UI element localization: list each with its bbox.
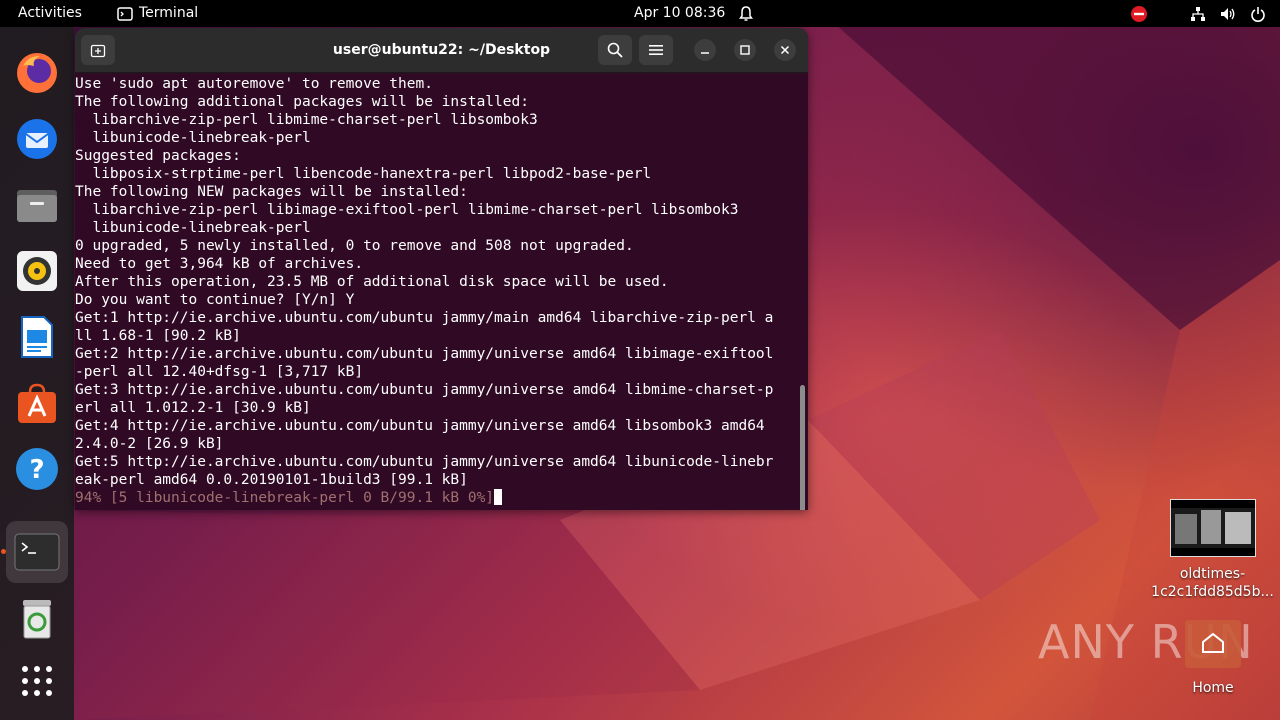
- network-icon[interactable]: [1190, 6, 1206, 22]
- show-applications-button[interactable]: [6, 650, 68, 712]
- image-thumbnail-icon: [1169, 499, 1256, 557]
- progress-line: 94% [5 libunicode-linebreak-perl 0 B/99.…: [75, 490, 495, 506]
- terminal-output[interactable]: Use 'sudo apt autoremove' to remove them…: [75, 73, 808, 510]
- terminal-line: Get:5 http://ie.archive.ubuntu.com/ubunt…: [75, 454, 774, 470]
- thunderbird-icon: [17, 119, 57, 159]
- terminal-app-icon: [14, 533, 60, 571]
- desktop-file-icon[interactable]: oldtimes-1c2c1fdd85d5b...: [1150, 499, 1275, 601]
- activities-button[interactable]: Activities: [18, 0, 82, 27]
- grid-icon: [22, 666, 52, 696]
- terminal-line: Use 'sudo apt autoremove' to remove them…: [75, 76, 433, 92]
- minimize-icon: [701, 52, 709, 54]
- terminal-line: libarchive-zip-perl libimage-exiftool-pe…: [92, 202, 739, 218]
- ubuntu-software-icon: [18, 383, 56, 423]
- terminal-line: -perl all 12.40+dfsg-1 [3,717 kB]: [75, 364, 364, 380]
- svg-text:?: ?: [29, 455, 44, 485]
- terminal-line: Get:2 http://ie.archive.ubuntu.com/ubunt…: [75, 346, 774, 362]
- dock-writer[interactable]: [6, 306, 68, 368]
- terminal-line: Get:3 http://ie.archive.ubuntu.com/ubunt…: [75, 382, 774, 398]
- clock[interactable]: Apr 10 08:36: [634, 0, 725, 27]
- terminal-line: Need to get 3,964 kB of archives.: [75, 256, 364, 272]
- terminal-line: 0 upgraded, 5 newly installed, 0 to remo…: [75, 238, 634, 254]
- system-tray[interactable]: [1130, 0, 1266, 27]
- dock-software[interactable]: [6, 372, 68, 434]
- close-button[interactable]: [774, 39, 796, 61]
- terminal-line: Do you want to continue? [Y/n] Y: [75, 292, 355, 308]
- terminal-line: ll 1.68-1 [90.2 kB]: [75, 328, 241, 344]
- terminal-line: 2.4.0-2 [26.9 kB]: [75, 436, 224, 452]
- dock: ?: [0, 27, 74, 720]
- running-indicator: [1, 549, 6, 554]
- menu-button[interactable]: [639, 35, 673, 65]
- files-icon: [17, 190, 57, 222]
- app-menu[interactable]: Terminal: [117, 0, 198, 27]
- terminal-line: Suggested packages:: [75, 148, 241, 164]
- trash-icon: [23, 600, 51, 639]
- terminal-line: Get:4 http://ie.archive.ubuntu.com/ubunt…: [75, 418, 765, 434]
- terminal-line: eak-perl amd64 0.0.20190101-1build3 [99.…: [75, 472, 468, 488]
- bell-icon[interactable]: [738, 0, 754, 27]
- terminal-icon: [117, 6, 133, 21]
- hamburger-icon: [649, 45, 663, 55]
- terminal-line: libunicode-linebreak-perl: [92, 130, 311, 146]
- terminal-line: libposix-strptime-perl libencode-hanextr…: [92, 166, 652, 182]
- terminal-line: After this operation, 23.5 MB of additio…: [75, 274, 669, 290]
- maximize-icon: [740, 45, 750, 55]
- search-button[interactable]: [598, 35, 632, 65]
- power-icon[interactable]: [1250, 6, 1266, 22]
- firefox-icon: [17, 53, 57, 93]
- help-icon: ?: [16, 448, 58, 490]
- writer-icon: [21, 316, 53, 358]
- new-tab-icon: [90, 44, 106, 58]
- terminal-line: erl all 1.012.2-1 [30.9 kB]: [75, 400, 311, 416]
- maximize-button[interactable]: [734, 39, 756, 61]
- dock-trash[interactable]: [6, 588, 68, 650]
- dock-help[interactable]: ?: [6, 438, 68, 500]
- volume-icon[interactable]: [1220, 6, 1236, 22]
- error-status-icon[interactable]: [1130, 5, 1148, 23]
- terminal-line: libarchive-zip-perl libmime-charset-perl…: [92, 112, 538, 128]
- home-folder-icon: [1185, 620, 1241, 668]
- terminal-window[interactable]: user@ubuntu22: ~/Desktop Use 'sudo apt a…: [75, 28, 808, 510]
- search-icon: [607, 42, 623, 58]
- text-cursor: [494, 489, 503, 505]
- home-label: Home: [1192, 680, 1234, 696]
- dock-firefox[interactable]: [6, 42, 68, 104]
- terminal-line: libunicode-linebreak-perl: [92, 220, 311, 236]
- rhythmbox-icon: [17, 251, 57, 291]
- top-bar: Activities Terminal Apr 10 08:36: [0, 0, 1280, 27]
- dock-thunderbird[interactable]: [6, 108, 68, 170]
- minimize-button[interactable]: [694, 39, 716, 61]
- desktop-home-icon[interactable]: Home: [1172, 618, 1254, 696]
- scrollbar[interactable]: [800, 385, 805, 510]
- terminal-line: The following NEW packages will be insta…: [75, 184, 468, 200]
- dock-files[interactable]: [6, 174, 68, 236]
- terminal-text: Use 'sudo apt autoremove' to remove them…: [75, 75, 773, 507]
- dock-terminal[interactable]: [6, 521, 68, 583]
- desktop-file-label: oldtimes-1c2c1fdd85d5b...: [1151, 566, 1274, 600]
- terminal-line: Get:1 http://ie.archive.ubuntu.com/ubunt…: [75, 310, 774, 326]
- terminal-titlebar[interactable]: user@ubuntu22: ~/Desktop: [75, 28, 808, 73]
- app-menu-label: Terminal: [139, 5, 199, 21]
- terminal-line: The following additional packages will b…: [75, 94, 529, 110]
- new-tab-button[interactable]: [81, 35, 115, 65]
- dock-rhythmbox[interactable]: [6, 240, 68, 302]
- close-icon: [780, 45, 790, 55]
